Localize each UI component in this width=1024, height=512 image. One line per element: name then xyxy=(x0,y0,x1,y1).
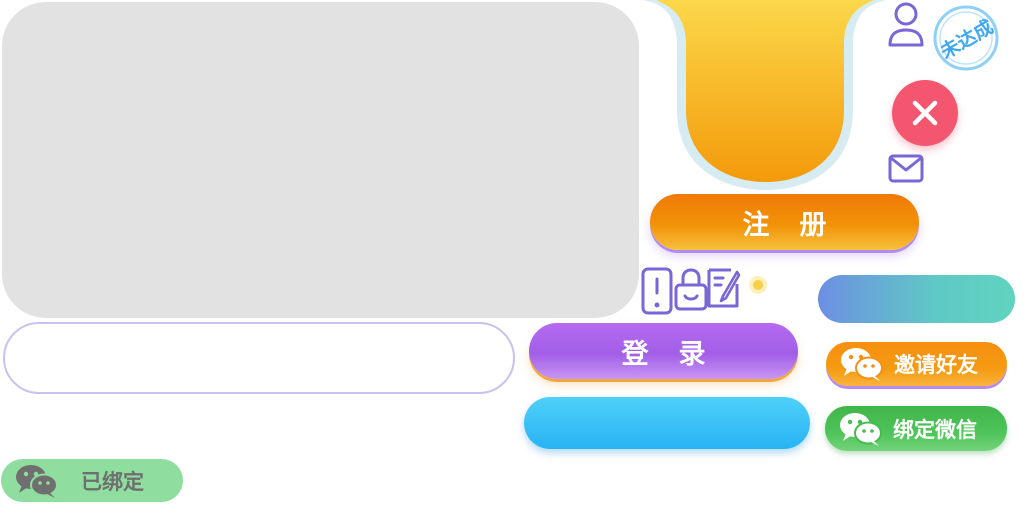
close-icon xyxy=(912,100,938,126)
mail-icon xyxy=(888,154,924,183)
login-button[interactable]: 登录 xyxy=(529,323,798,379)
bind-wechat-button[interactable]: 绑定微信 xyxy=(825,406,1007,451)
bound-badge: 已绑定 xyxy=(1,459,183,502)
status-stamp: 未达成 xyxy=(932,4,1000,72)
content-panel xyxy=(2,2,639,318)
phone-icon xyxy=(641,267,673,315)
wechat-icon xyxy=(840,412,882,446)
sparkle-icon xyxy=(749,276,767,294)
invite-label: 邀请好友 xyxy=(894,353,978,377)
bind-wechat-label: 绑定微信 xyxy=(893,417,977,442)
register-label: 注册 xyxy=(742,209,857,241)
shield-banner xyxy=(644,0,886,190)
login-label: 登录 xyxy=(621,338,736,370)
wechat-icon xyxy=(841,348,883,381)
bound-label: 已绑定 xyxy=(81,469,144,494)
invite-friends-button[interactable]: 邀请好友 xyxy=(826,342,1007,386)
edit-icon xyxy=(707,268,741,308)
close-button[interactable] xyxy=(892,80,958,146)
wechat-icon xyxy=(16,464,58,498)
teal-button[interactable] xyxy=(818,275,1015,323)
lock-icon xyxy=(674,268,708,311)
register-button[interactable]: 注册 xyxy=(650,194,919,250)
text-input[interactable] xyxy=(3,322,515,394)
blue-button[interactable] xyxy=(524,397,810,449)
